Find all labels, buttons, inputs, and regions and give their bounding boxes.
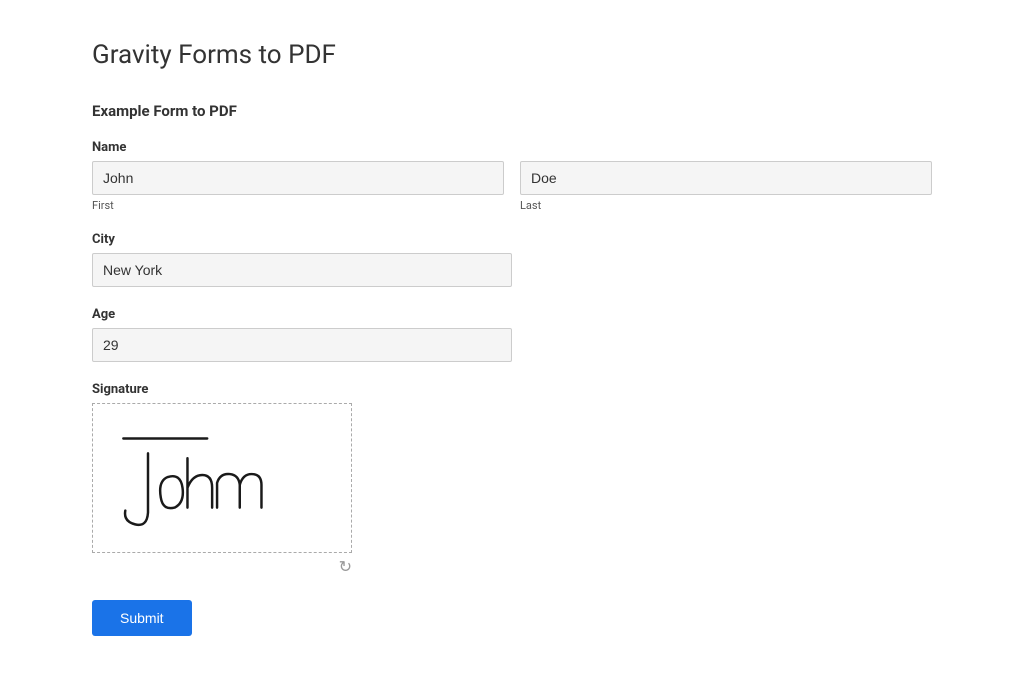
age-field: Age <box>92 307 932 362</box>
reset-icon[interactable]: ↻ <box>339 557 352 576</box>
last-name-input[interactable] <box>520 161 932 195</box>
form-title: Example Form to PDF <box>92 102 932 120</box>
submit-button[interactable]: Submit <box>92 600 192 636</box>
page-title: Gravity Forms to PDF <box>92 40 932 70</box>
main-form: Example Form to PDF Name First Last City <box>92 102 932 636</box>
last-name-col: Last <box>520 161 932 212</box>
name-row: First Last <box>92 161 932 212</box>
first-name-col: First <box>92 161 504 212</box>
signature-reset-area: ↻ <box>92 557 352 576</box>
age-input[interactable] <box>92 328 512 362</box>
last-name-sublabel: Last <box>520 199 932 212</box>
age-label: Age <box>92 307 932 322</box>
city-input[interactable] <box>92 253 512 287</box>
page-wrapper: Gravity Forms to PDF Example Form to PDF… <box>32 0 992 676</box>
signature-canvas[interactable] <box>92 403 352 553</box>
name-field: Name First Last <box>92 140 932 212</box>
signature-label: Signature <box>92 382 932 397</box>
city-field: City <box>92 232 932 287</box>
city-label: City <box>92 232 932 247</box>
signature-field: Signature ↻ <box>92 382 932 576</box>
first-name-input[interactable] <box>92 161 504 195</box>
signature-svg <box>93 404 351 552</box>
first-name-sublabel: First <box>92 199 504 212</box>
name-label: Name <box>92 140 932 155</box>
